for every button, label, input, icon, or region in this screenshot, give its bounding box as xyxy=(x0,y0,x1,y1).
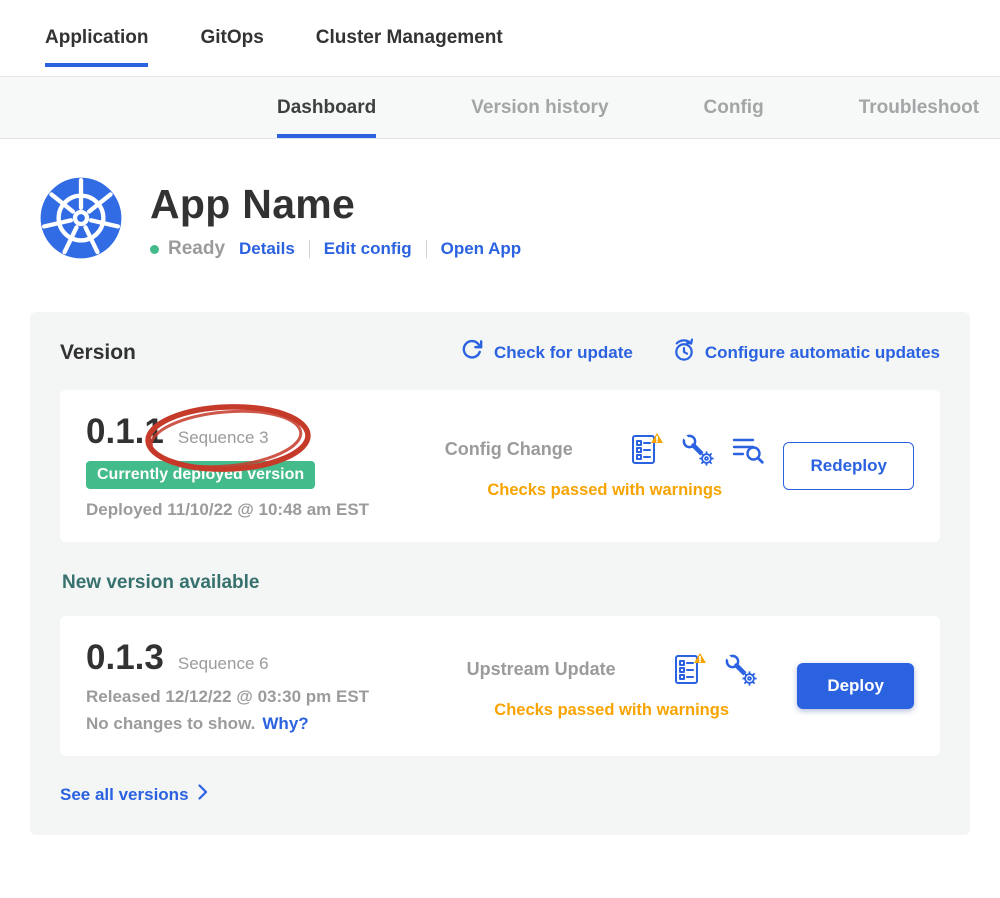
version-panel-header: Version Check for update xyxy=(60,338,940,368)
config-wrench-icon[interactable] xyxy=(680,432,714,466)
refresh-icon xyxy=(460,338,485,368)
release-notes-icon[interactable] xyxy=(628,432,664,466)
release-notes-icon[interactable] xyxy=(671,652,707,686)
new-version-number: 0.1.3 xyxy=(86,638,164,678)
configure-automatic-updates-label: Configure automatic updates xyxy=(705,343,940,363)
why-link[interactable]: Why? xyxy=(262,714,308,734)
no-changes-text: No changes to show. xyxy=(86,714,255,734)
primary-nav: Application GitOps Cluster Management xyxy=(0,0,1000,77)
secondary-nav: Dashboard Version history Config Trouble… xyxy=(0,77,1000,139)
check-for-update-label: Check for update xyxy=(494,343,633,363)
clock-refresh-icon xyxy=(671,338,696,368)
currently-deployed-badge: Currently deployed version xyxy=(86,461,315,489)
tab-config[interactable]: Config xyxy=(704,77,764,138)
new-version-middle: Upstream Update xyxy=(426,652,797,720)
details-link[interactable]: Details xyxy=(239,239,295,259)
version-panel-actions: Check for update Configure automatic upd… xyxy=(460,338,940,368)
nav-item-gitops[interactable]: GitOps xyxy=(200,27,263,49)
open-app-link[interactable]: Open App xyxy=(441,239,522,259)
app-status-row: Ready Details Edit config Open App xyxy=(150,238,521,260)
see-all-versions-label: See all versions xyxy=(60,785,189,805)
divider xyxy=(426,240,427,258)
nav-item-cluster-management[interactable]: Cluster Management xyxy=(316,27,503,49)
config-wrench-icon[interactable] xyxy=(723,652,757,686)
current-change-type: Config Change xyxy=(445,439,573,460)
new-change-type: Upstream Update xyxy=(467,659,616,680)
current-checks-warning: Checks passed with warnings xyxy=(487,481,722,500)
current-version-middle: Config Change xyxy=(426,432,783,500)
new-checks-warning: Checks passed with warnings xyxy=(494,701,729,720)
tab-version-history[interactable]: Version history xyxy=(471,77,608,138)
deploy-button[interactable]: Deploy xyxy=(797,663,914,709)
new-version-sequence: Sequence 6 xyxy=(178,654,269,674)
redeploy-button[interactable]: Redeploy xyxy=(783,442,914,490)
version-panel-title: Version xyxy=(60,341,136,365)
page-title: App Name xyxy=(150,181,521,228)
divider xyxy=(309,240,310,258)
status-dot-icon xyxy=(150,245,159,254)
edit-config-link[interactable]: Edit config xyxy=(324,239,412,259)
tab-dashboard[interactable]: Dashboard xyxy=(277,77,376,138)
nav-item-application[interactable]: Application xyxy=(45,27,148,49)
version-panel: Version Check for update xyxy=(30,312,970,835)
deployed-timestamp: Deployed 11/10/22 @ 10:48 am EST xyxy=(86,500,426,520)
configure-automatic-updates-button[interactable]: Configure automatic updates xyxy=(671,338,940,368)
check-for-update-button[interactable]: Check for update xyxy=(460,338,633,368)
tab-troubleshoot[interactable]: Troubleshoot xyxy=(859,77,979,138)
current-version-number: 0.1.1 xyxy=(86,412,164,452)
current-version-card: 0.1.1 Sequence 3 Currently deployed vers… xyxy=(60,390,940,542)
kubernetes-logo-icon xyxy=(38,175,124,266)
new-version-heading: New version available xyxy=(62,572,940,594)
chevron-right-icon xyxy=(198,784,208,805)
current-version-sequence: Sequence 3 xyxy=(178,428,269,447)
preflight-results-icon[interactable] xyxy=(730,432,765,466)
new-version-card: 0.1.3 Sequence 6 Released 12/12/22 @ 03:… xyxy=(60,616,940,756)
released-timestamp: Released 12/12/22 @ 03:30 pm EST xyxy=(86,687,426,707)
current-version-info: 0.1.1 Sequence 3 Currently deployed vers… xyxy=(86,412,426,520)
status-badge: Ready xyxy=(168,238,225,260)
see-all-versions-link[interactable]: See all versions xyxy=(60,784,208,805)
new-version-info: 0.1.3 Sequence 6 Released 12/12/22 @ 03:… xyxy=(86,638,426,734)
app-header: App Name Ready Details Edit config Open … xyxy=(38,175,1000,266)
